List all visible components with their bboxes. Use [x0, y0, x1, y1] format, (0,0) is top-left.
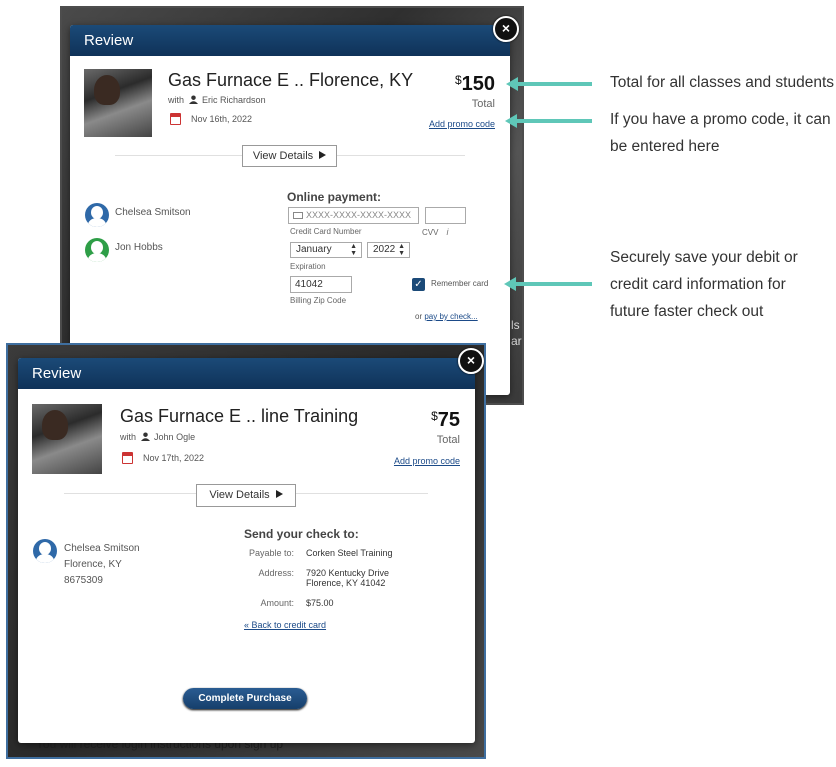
date-line: Nov 16th, 2022: [170, 113, 252, 125]
student-name: Chelsea Smitson: [115, 207, 191, 218]
callout-secure-line-3: future faster check out: [610, 303, 764, 320]
card-placeholder: XXXX-XXXX-XXXX-XXXX: [306, 210, 412, 220]
price-symbol: $: [431, 409, 438, 423]
price-symbol: $: [454, 73, 462, 87]
complete-purchase-button[interactable]: Complete Purchase: [183, 688, 307, 709]
course-date: Nov 17th, 2022: [143, 453, 205, 463]
view-details-label: View Details: [209, 489, 270, 501]
backdrop-fragment: ls: [511, 318, 520, 332]
year-value: 2022: [373, 244, 396, 255]
credit-card-icon: [293, 212, 303, 219]
date-line: Nov 17th, 2022: [122, 452, 204, 464]
play-arrow-icon: [275, 490, 283, 498]
zip-label: Billing Zip Code: [290, 296, 347, 305]
student-name: Jon Hobbs: [115, 242, 163, 253]
callout-arrow: [505, 114, 592, 128]
course-date: Nov 16th, 2022: [191, 114, 253, 124]
add-promo-code-link[interactable]: Add promo code: [394, 456, 460, 466]
play-arrow-icon: [319, 151, 327, 159]
backdrop-fragment: ar: [511, 334, 522, 348]
calendar-icon: [122, 452, 133, 464]
modal-header: Review: [70, 25, 510, 56]
course-thumbnail: [32, 404, 102, 474]
credit-card-number-input[interactable]: XXXX-XXXX-XXXX-XXXX: [288, 207, 419, 224]
online-payment-title: Online payment:: [287, 190, 382, 204]
expiration-month-select[interactable]: January ▲ ▼: [290, 242, 362, 258]
instructor-line: with Eric Richardson: [168, 95, 266, 105]
course-thumbnail: [84, 69, 152, 137]
callout-arrow: [506, 77, 592, 91]
close-icon[interactable]: ×: [493, 16, 519, 42]
course-title: Gas Furnace E .. Florence, KY: [168, 70, 414, 90]
pay-by-check-line: or pay by check...: [415, 312, 478, 321]
view-details-button[interactable]: View Details: [196, 484, 296, 507]
close-icon[interactable]: ×: [458, 348, 484, 374]
review-modal-online-payment: Review Gas Furnace E .. Florence, KY wit…: [70, 25, 510, 395]
student-avatar: [33, 539, 57, 563]
review-modal-check-payment: Review Gas Furnace E .. line Training wi…: [18, 358, 475, 743]
address-line-1: 7920 Kentucky Drive: [306, 568, 390, 578]
amount-value: $75.00: [306, 598, 334, 608]
address-line-2: Florence, KY 41042: [306, 578, 386, 588]
remember-card-label: Remember card: [431, 279, 489, 288]
price-value: 150: [461, 73, 495, 95]
instructor-name: John Ogle: [154, 432, 196, 442]
card-number-label: Credit Card Number: [290, 227, 362, 236]
callout-promo-line-2: be entered here: [610, 138, 720, 155]
callout-total: Total for all classes and students: [610, 74, 835, 91]
select-arrows-icon: ▲ ▼: [398, 243, 405, 257]
cvv-label: CVV: [422, 228, 439, 237]
expiration-year-select[interactable]: 2022 ▲ ▼: [367, 242, 410, 258]
month-value: January: [296, 244, 332, 255]
select-arrows-icon: ▲ ▼: [350, 243, 357, 257]
billing-zip-input[interactable]: 41042: [290, 276, 352, 293]
student-avatar: [85, 203, 109, 227]
instructor-line: with John Ogle: [120, 432, 195, 442]
expiration-label: Expiration: [290, 262, 326, 271]
total-price: $150: [455, 73, 495, 96]
instructor-prefix: with: [168, 95, 185, 105]
person-icon: [188, 95, 198, 104]
send-check-title: Send your check to:: [244, 527, 359, 541]
info-icon[interactable]: i: [446, 227, 448, 237]
amount-label: Amount:: [260, 598, 294, 608]
price-value: 75: [437, 409, 460, 431]
total-label: Total: [436, 434, 460, 446]
cvv-label-wrap: CVV i: [422, 227, 448, 237]
callout-promo-line-1: If you have a promo code, it can: [610, 111, 831, 128]
student-phone: 8675309: [64, 575, 103, 586]
add-promo-code-link[interactable]: Add promo code: [429, 119, 495, 129]
student-name: Chelsea Smitson: [64, 543, 140, 554]
remember-card-checkbox[interactable]: ✓: [412, 278, 425, 291]
callout-arrow: [504, 277, 592, 291]
instructor-prefix: with: [120, 432, 137, 442]
student-city: Florence, KY: [64, 559, 122, 570]
address-label: Address:: [258, 568, 294, 578]
pay-by-check-link[interactable]: pay by check...: [424, 312, 477, 321]
total-label: Total: [471, 98, 495, 110]
calendar-icon: [170, 113, 181, 125]
view-details-button[interactable]: View Details: [242, 145, 337, 167]
back-to-credit-card-link[interactable]: « Back to credit card: [244, 620, 326, 630]
instructor-name: Eric Richardson: [202, 95, 266, 105]
callout-secure-line-2: credit card information for: [610, 276, 786, 293]
cvv-input[interactable]: [425, 207, 466, 224]
or-text: or: [415, 312, 423, 321]
view-details-label: View Details: [252, 150, 314, 162]
modal-title: Review: [84, 32, 134, 49]
zip-value: 41042: [295, 279, 323, 290]
modal-title: Review: [32, 365, 82, 382]
course-title: Gas Furnace E .. line Training: [120, 406, 359, 426]
payable-to-value: Corken Steel Training: [306, 548, 393, 558]
total-price: $75: [431, 409, 460, 432]
payable-to-label: Payable to:: [248, 548, 294, 558]
modal-header: Review: [18, 358, 475, 389]
student-avatar: [85, 238, 109, 262]
person-icon: [140, 432, 150, 441]
callout-secure-line-1: Securely save your debit or: [610, 249, 798, 266]
